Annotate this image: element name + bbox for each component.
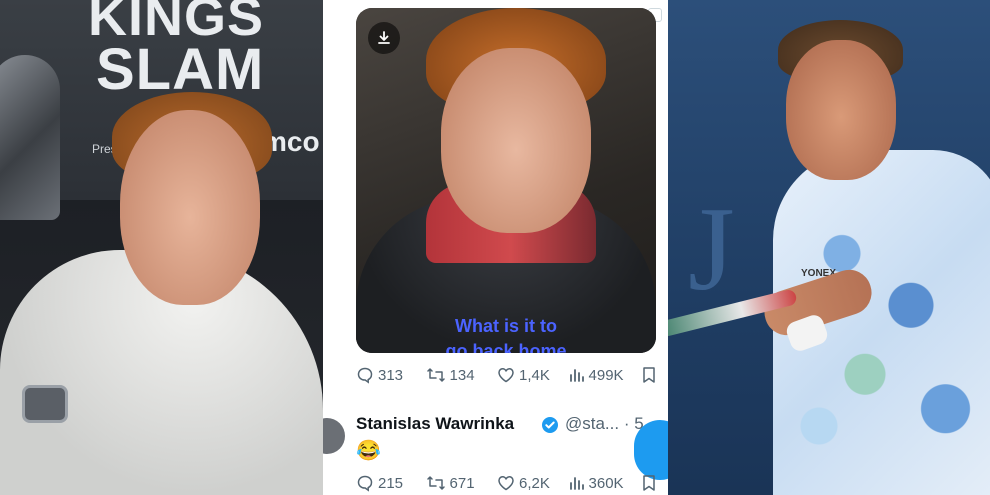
background-lettering: J — [688, 182, 743, 315]
tweet2-handle[interactable]: @sta... · 5 — [565, 414, 644, 434]
reply-icon — [357, 475, 373, 492]
retweet-button[interactable]: 671 — [426, 474, 498, 492]
tweet1-action-bar: 313 134 1,4K 499K — [356, 364, 656, 386]
player-face — [120, 110, 260, 305]
player-face — [786, 40, 896, 180]
retweet-count: 671 — [449, 474, 475, 492]
reply-count: 313 — [378, 366, 404, 384]
compose-fab[interactable] — [634, 420, 668, 480]
tweet-video[interactable]: What is it to go back home — [356, 8, 656, 353]
bookmark-icon — [643, 475, 655, 491]
bookmark-button[interactable] — [642, 366, 656, 384]
left-photo-panel: KINGS SLAM Pres mco — [0, 0, 323, 495]
bookmark-icon — [643, 367, 655, 383]
download-icon — [378, 31, 390, 44]
heart-icon — [498, 368, 514, 383]
retweet-icon — [426, 476, 445, 490]
like-count: 1,4K — [519, 366, 550, 384]
views-button[interactable]: 499K — [569, 367, 642, 384]
video-caption-line2: go back home — [445, 341, 567, 353]
views-button[interactable]: 360K — [569, 475, 642, 492]
views-chart-icon — [569, 369, 584, 382]
tweet2-action-bar: 215 671 6,2K 360K — [356, 472, 656, 494]
verified-badge-icon — [542, 417, 558, 433]
tweet-panel: What is it to go back home 313 134 1,4K … — [323, 0, 668, 495]
view-count: 499K — [588, 366, 624, 384]
like-button[interactable]: 6,2K — [497, 474, 569, 492]
views-chart-icon — [569, 477, 584, 490]
retweet-count: 134 — [449, 366, 475, 384]
tweet2-body-emoji: 😂 — [356, 440, 381, 462]
tweet2-handle-text: @sta... — [565, 414, 620, 433]
wristwatch — [22, 385, 68, 423]
retweet-button[interactable]: 134 — [426, 366, 498, 384]
like-count: 6,2K — [519, 474, 550, 492]
reply-icon — [357, 367, 373, 384]
video-caption-line1: What is it to — [455, 316, 557, 336]
video-face — [441, 48, 591, 233]
trophy — [0, 55, 60, 220]
right-photo-panel: J YONEX — [668, 0, 990, 495]
reply-count: 215 — [378, 474, 404, 492]
view-count: 360K — [588, 474, 624, 492]
retweet-icon — [426, 368, 445, 382]
download-button[interactable] — [368, 22, 400, 54]
bookmark-button[interactable] — [642, 474, 656, 492]
reply-button[interactable]: 215 — [356, 474, 426, 492]
heart-icon — [498, 476, 514, 491]
tweet2-display-name[interactable]: Stanislas Wawrinka — [356, 414, 514, 434]
like-button[interactable]: 1,4K — [497, 366, 569, 384]
reply-button[interactable]: 313 — [356, 366, 426, 384]
avatar[interactable] — [323, 418, 345, 454]
